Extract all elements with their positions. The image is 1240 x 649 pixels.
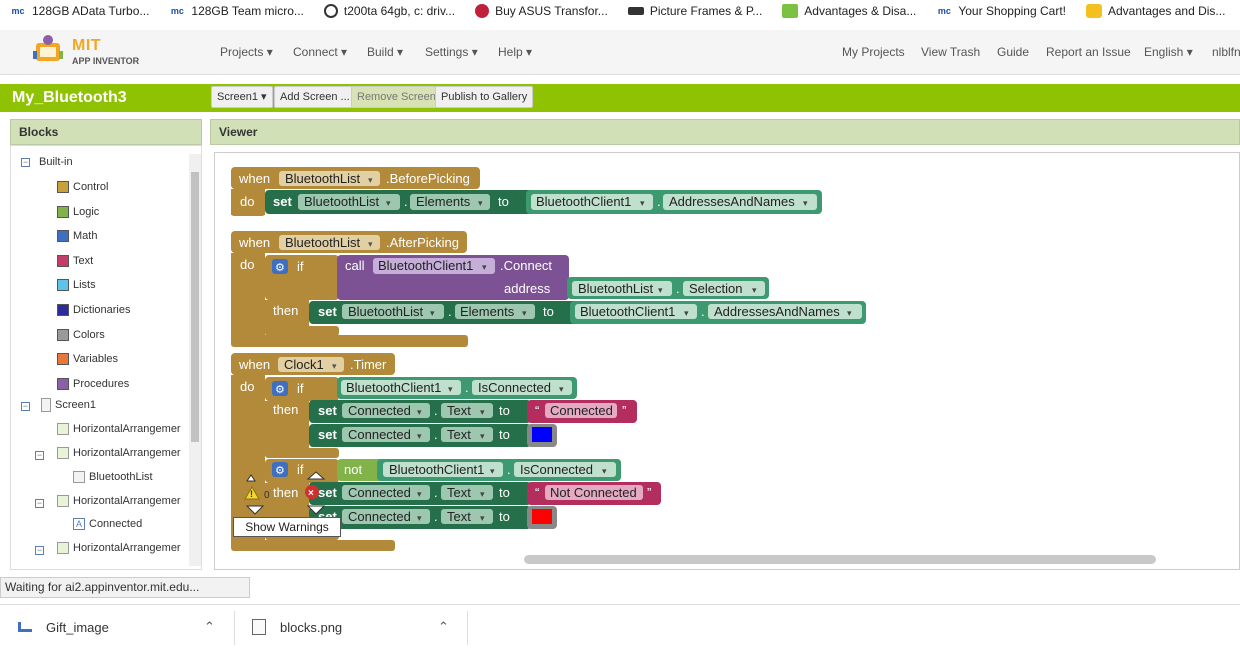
- collapse-builtin-icon[interactable]: −: [21, 158, 30, 167]
- frames-icon: [627, 7, 644, 15]
- logo-icon: [33, 35, 63, 61]
- bookmark-4[interactable]: Buy ASUS Transfor...: [475, 4, 608, 18]
- download-item-blocks-png[interactable]: blocks.png ⌃: [252, 605, 452, 649]
- tree-horizontal-4[interactable]: HorizontalArrangemer: [57, 542, 181, 554]
- blocks-tree: − Built-in Control Logic Math Text Lists Dict…: [10, 145, 202, 570]
- tree-builtin-variables[interactable]: Variables: [57, 353, 118, 366]
- bookmark-6[interactable]: Advantages & Disa...: [782, 4, 916, 18]
- arrangement-icon: [57, 542, 69, 554]
- link-my-projects[interactable]: My Projects: [842, 45, 905, 59]
- github-icon: [323, 4, 338, 18]
- variables-swatch-icon: [57, 353, 69, 366]
- dictionaries-swatch-icon: [57, 304, 69, 316]
- tree-horizontal-2[interactable]: HorizontalArrangemer: [57, 447, 181, 459]
- image-file-icon: [18, 622, 32, 632]
- text-swatch-icon: [57, 254, 69, 267]
- menu-connect[interactable]: Connect ▾: [293, 45, 347, 59]
- collapse-horizontal-3-icon[interactable]: −: [35, 499, 44, 508]
- blocks-workspace[interactable]: [214, 152, 1240, 570]
- colors-swatch-icon: [57, 328, 69, 341]
- link-guide[interactable]: Guide: [997, 45, 1029, 59]
- store-icon: [475, 4, 490, 18]
- listpicker-icon: [73, 471, 85, 483]
- mc-icon: mc: [937, 6, 951, 16]
- screen-select-button[interactable]: Screen1 ▾: [211, 86, 273, 108]
- bookmark-3[interactable]: t200ta 64gb, c: driv...: [323, 4, 455, 18]
- bookmarks-bar: mc 128GB AData Turbo... mc 128GB Team micr…: [0, 0, 1240, 22]
- add-screen-button[interactable]: Add Screen ...: [274, 86, 356, 108]
- screen-icon: [41, 398, 51, 412]
- green-icon: [782, 4, 799, 18]
- chevron-up-icon[interactable]: ⌃: [204, 619, 215, 635]
- menu-help[interactable]: Help ▾: [498, 45, 532, 59]
- tree-builtin-control[interactable]: Control: [57, 181, 108, 193]
- tree-builtin-dictionaries[interactable]: Dictionaries: [57, 304, 130, 316]
- math-swatch-icon: [57, 230, 69, 243]
- yellow-icon: [1086, 4, 1102, 18]
- logic-swatch-icon: [57, 205, 69, 218]
- bookmark-8[interactable]: Advantages and Dis...: [1086, 4, 1225, 18]
- tree-builtin-colors[interactable]: Colors: [57, 328, 105, 341]
- mc-icon: mc: [170, 6, 184, 16]
- arrangement-icon: [57, 495, 69, 507]
- bookmark-2[interactable]: mc 128GB Team micro...: [169, 4, 304, 18]
- tree-builtin-text[interactable]: Text: [57, 254, 93, 267]
- collapse-screen-icon[interactable]: −: [21, 402, 30, 411]
- menu-build[interactable]: Build ▾: [367, 45, 403, 59]
- project-toolbar: My_Bluetooth3 Screen1 ▾ Add Screen ... R…: [0, 84, 1240, 112]
- workspace-horizontal-scrollbar[interactable]: [524, 555, 1156, 564]
- mc-icon: mc: [11, 6, 25, 16]
- blocks-panel-title: Blocks: [10, 119, 202, 145]
- menu-language[interactable]: English ▾: [1144, 45, 1193, 59]
- lists-swatch-icon: [57, 279, 69, 292]
- tree-builtin-math[interactable]: Math: [57, 230, 97, 243]
- blocks-tree-scrollbar[interactable]: [189, 154, 201, 566]
- bookmark-1[interactable]: mc 128GB AData Turbo...: [10, 4, 149, 18]
- tree-screen1[interactable]: Screen1: [41, 398, 96, 412]
- app-inventor-logo[interactable]: MIT APP INVENTOR: [30, 33, 150, 71]
- chevron-up-icon[interactable]: ⌃: [438, 619, 449, 635]
- bookmark-5[interactable]: Picture Frames & P...: [627, 4, 762, 18]
- collapse-horizontal-4-icon[interactable]: −: [35, 546, 44, 555]
- download-item-gift-image[interactable]: Gift_image ⌃: [18, 605, 218, 649]
- user-menu[interactable]: nlblfn: [1212, 45, 1240, 59]
- project-name: My_Bluetooth3: [12, 89, 127, 106]
- tree-builtin-procedures[interactable]: Procedures: [57, 377, 129, 390]
- tree-connected-label[interactable]: A Connected: [73, 518, 142, 530]
- publish-gallery-button[interactable]: Publish to Gallery: [435, 86, 534, 108]
- show-warnings-button[interactable]: Show Warnings: [233, 517, 341, 537]
- menu-projects[interactable]: Projects ▾: [220, 45, 273, 59]
- collapse-horizontal-2-icon[interactable]: −: [35, 451, 44, 460]
- tree-builtin-logic[interactable]: Logic: [57, 205, 99, 218]
- status-bar: Waiting for ai2.appinventor.mit.edu...: [0, 577, 250, 598]
- tree-builtin-lists[interactable]: Lists: [57, 279, 96, 292]
- remove-screen-button[interactable]: Remove Screen: [351, 86, 442, 108]
- procedures-swatch-icon: [57, 377, 69, 390]
- png-file-icon: [252, 619, 266, 635]
- menu-settings[interactable]: Settings ▾: [425, 45, 478, 59]
- tree-horizontal-3[interactable]: HorizontalArrangemer: [57, 495, 181, 507]
- tree-horizontal-1[interactable]: HorizontalArrangemer: [57, 423, 181, 435]
- app-header: MIT APP INVENTOR Projects ▾ Connect ▾ Bu…: [0, 30, 1240, 75]
- tree-bluetoothlist[interactable]: BluetoothList: [73, 471, 153, 483]
- control-swatch-icon: [57, 181, 69, 193]
- link-view-trash[interactable]: View Trash: [921, 45, 980, 59]
- arrangement-icon: [57, 447, 69, 459]
- arrangement-icon: [57, 423, 69, 435]
- viewer-panel-title: Viewer: [210, 119, 1240, 145]
- link-report-issue[interactable]: Report an Issue: [1046, 45, 1131, 59]
- tree-builtin[interactable]: Built-in: [39, 156, 73, 168]
- downloads-bar: Gift_image ⌃ blocks.png ⌃: [0, 604, 1240, 648]
- bookmark-7[interactable]: mc Your Shopping Cart!: [936, 4, 1066, 18]
- label-icon: A: [73, 518, 85, 530]
